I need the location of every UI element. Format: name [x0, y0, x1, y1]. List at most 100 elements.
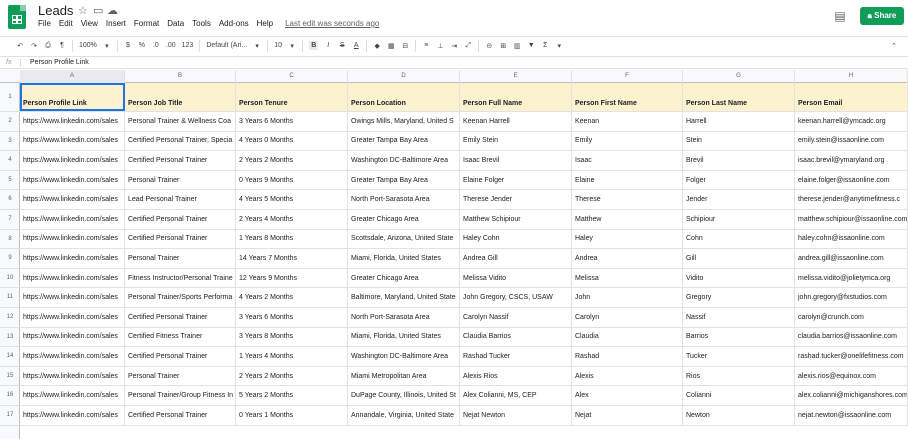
row-header-2[interactable]: 2 — [0, 112, 20, 132]
cell-f[interactable]: Elaine — [572, 170, 683, 190]
row-header-8[interactable]: 8 — [0, 230, 20, 250]
cell-b[interactable]: Certified Personal Trainer — [125, 406, 236, 425]
cell-d[interactable]: Greater Tampa Bay Area — [348, 131, 460, 151]
cell-c[interactable]: 5 Years 2 Months — [236, 386, 348, 405]
cell-b[interactable]: Certified Personal Trainer, Specia — [125, 131, 236, 151]
bold-button[interactable]: B — [309, 41, 319, 50]
cell-a[interactable]: https://www.linkedin.com/sales — [20, 190, 125, 209]
menu-file[interactable]: File — [38, 19, 51, 28]
share-button[interactable]: 🔒︎ Share — [860, 7, 904, 25]
cell-e[interactable]: Haley Cohn — [460, 229, 572, 249]
cell-d[interactable]: Miami Metropolitan Area — [348, 366, 460, 386]
cell-g[interactable]: Vidito — [683, 268, 795, 288]
cell-e[interactable]: Elaine Folger — [460, 170, 572, 190]
cell-c[interactable]: 4 Years 0 Months — [236, 131, 348, 151]
cell-h[interactable]: john.gregory@fxstudios.com — [795, 288, 908, 307]
menu-help[interactable]: Help — [257, 19, 273, 28]
menu-edit[interactable]: Edit — [59, 19, 73, 28]
row-header-3[interactable]: 3 — [0, 132, 20, 152]
cell-c[interactable]: 14 Years 7 Months — [236, 249, 348, 268]
cell-g[interactable]: Rios — [683, 366, 795, 386]
cell-h[interactable]: alex.colianni@michiganshores.com — [795, 386, 908, 405]
cell-d[interactable]: Annandale, Virginia, United State — [348, 406, 460, 425]
cell-f[interactable]: John — [572, 288, 683, 307]
cell-c[interactable]: 2 Years 2 Months — [236, 151, 348, 170]
cell-h[interactable]: rashad.tucker@onelifefitness.com — [795, 347, 908, 366]
cell-e[interactable]: Alexis Rios — [460, 366, 572, 386]
cell-e[interactable]: Andrea Gill — [460, 249, 572, 268]
column-title-cell[interactable]: Person Full Name — [460, 83, 572, 111]
cell-h[interactable]: carolyn@crunch.com — [795, 308, 908, 327]
cell-f[interactable]: Andrea — [572, 249, 683, 268]
redo-icon[interactable]: ↷ — [30, 42, 38, 50]
cell-c[interactable]: 1 Years 4 Months — [236, 347, 348, 366]
cell-f[interactable]: Melissa — [572, 268, 683, 288]
cell-c[interactable]: 2 Years 2 Months — [236, 366, 348, 386]
cell-a[interactable]: https://www.linkedin.com/sales — [20, 327, 125, 347]
cell-d[interactable]: Miami, Florida, United States — [348, 327, 460, 347]
comments-icon[interactable]: ▤ — [830, 7, 850, 25]
cell-e[interactable]: Alex Colianni, MS, CEP — [460, 386, 572, 405]
font-size-select[interactable]: 10 — [274, 42, 282, 49]
cell-b[interactable]: Certified Fitness Trainer — [125, 327, 236, 347]
document-title[interactable]: Leads — [38, 3, 73, 18]
cell-e[interactable]: Keenan Harrell — [460, 112, 572, 131]
column-header-h[interactable]: H — [795, 70, 908, 83]
cell-d[interactable]: Miami, Florida, United States — [348, 249, 460, 268]
cell-h[interactable]: isaac.brevil@ymaryland.org — [795, 151, 908, 170]
column-header-a[interactable]: A — [20, 70, 125, 83]
cell-a[interactable]: https://www.linkedin.com/sales — [20, 170, 125, 190]
cell-c[interactable]: 2 Years 4 Months — [236, 210, 348, 229]
cell-d[interactable]: DuPage County, Illinois, United St — [348, 386, 460, 405]
cell-e[interactable]: Emily Stein — [460, 131, 572, 151]
cell-f[interactable]: Emily — [572, 131, 683, 151]
cloud-status-icon[interactable]: ☁ — [107, 4, 118, 17]
row-header-16[interactable]: 16 — [0, 386, 20, 406]
chevron-down-icon[interactable]: ▾ — [253, 42, 261, 50]
chevron-down-icon[interactable]: ▾ — [288, 42, 296, 50]
cell-c[interactable]: 12 Years 9 Months — [236, 268, 348, 288]
cell-a[interactable]: https://www.linkedin.com/sales — [20, 210, 125, 229]
row-header-14[interactable]: 14 — [0, 347, 20, 367]
cell-b[interactable]: Fitness Instructor/Personal Traine — [125, 268, 236, 288]
cell-e[interactable]: Therese Jender — [460, 190, 572, 209]
currency-format-button[interactable]: $ — [124, 42, 132, 49]
cell-e[interactable]: Carolyn Nassif — [460, 308, 572, 327]
cell-h[interactable]: keenan.harrell@ymcadc.org — [795, 112, 908, 131]
row-header-10[interactable]: 10 — [0, 269, 20, 289]
cell-a[interactable]: https://www.linkedin.com/sales — [20, 347, 125, 366]
cell-f[interactable]: Carolyn — [572, 308, 683, 327]
cell-h[interactable]: haley.cohn@issaonline.com — [795, 229, 908, 249]
cell-h[interactable]: elaine.folger@issaonline.com — [795, 170, 908, 190]
cell-g[interactable]: Brevil — [683, 151, 795, 170]
row-header-12[interactable]: 12 — [0, 308, 20, 328]
cell-e[interactable]: Isaac Brevil — [460, 151, 572, 170]
font-family-select[interactable]: Default (Ari... — [206, 42, 247, 49]
cell-b[interactable]: Certified Personal Trainer — [125, 347, 236, 366]
functions-icon[interactable]: Σ — [541, 42, 549, 49]
cell-b[interactable]: Certified Personal Trainer — [125, 308, 236, 327]
formula-input[interactable]: Person Profile Link — [30, 59, 89, 66]
cell-c[interactable]: 3 Years 6 Months — [236, 112, 348, 131]
cell-g[interactable]: Nassif — [683, 308, 795, 327]
italic-button[interactable]: I — [324, 42, 332, 49]
column-header-g[interactable]: G — [683, 70, 795, 83]
cell-g[interactable]: Schipiour — [683, 210, 795, 229]
cell-d[interactable]: North Port-Sarasota Area — [348, 190, 460, 209]
column-header-b[interactable]: B — [125, 70, 236, 83]
text-rotation-icon[interactable]: ⤢ — [464, 42, 472, 50]
cell-a[interactable]: https://www.linkedin.com/sales — [20, 308, 125, 327]
cell-c[interactable]: 0 Years 9 Months — [236, 170, 348, 190]
menu-view[interactable]: View — [81, 19, 98, 28]
sheets-logo-icon[interactable] — [8, 5, 26, 29]
cell-h[interactable]: matthew.schipiour@issaonline.com — [795, 210, 908, 229]
cell-b[interactable]: Personal Trainer — [125, 366, 236, 386]
chevron-down-icon[interactable]: ▾ — [555, 42, 563, 50]
column-header-c[interactable]: C — [236, 70, 348, 83]
cell-d[interactable]: North Port-Sarasota Area — [348, 308, 460, 327]
cell-f[interactable]: Keenan — [572, 112, 683, 131]
column-title-cell[interactable]: Person Tenure — [236, 83, 348, 111]
cell-h[interactable]: therese.jender@anytimefitness.c — [795, 190, 908, 209]
cell-a[interactable]: https://www.linkedin.com/sales — [20, 249, 125, 268]
cell-g[interactable]: Stein — [683, 131, 795, 151]
